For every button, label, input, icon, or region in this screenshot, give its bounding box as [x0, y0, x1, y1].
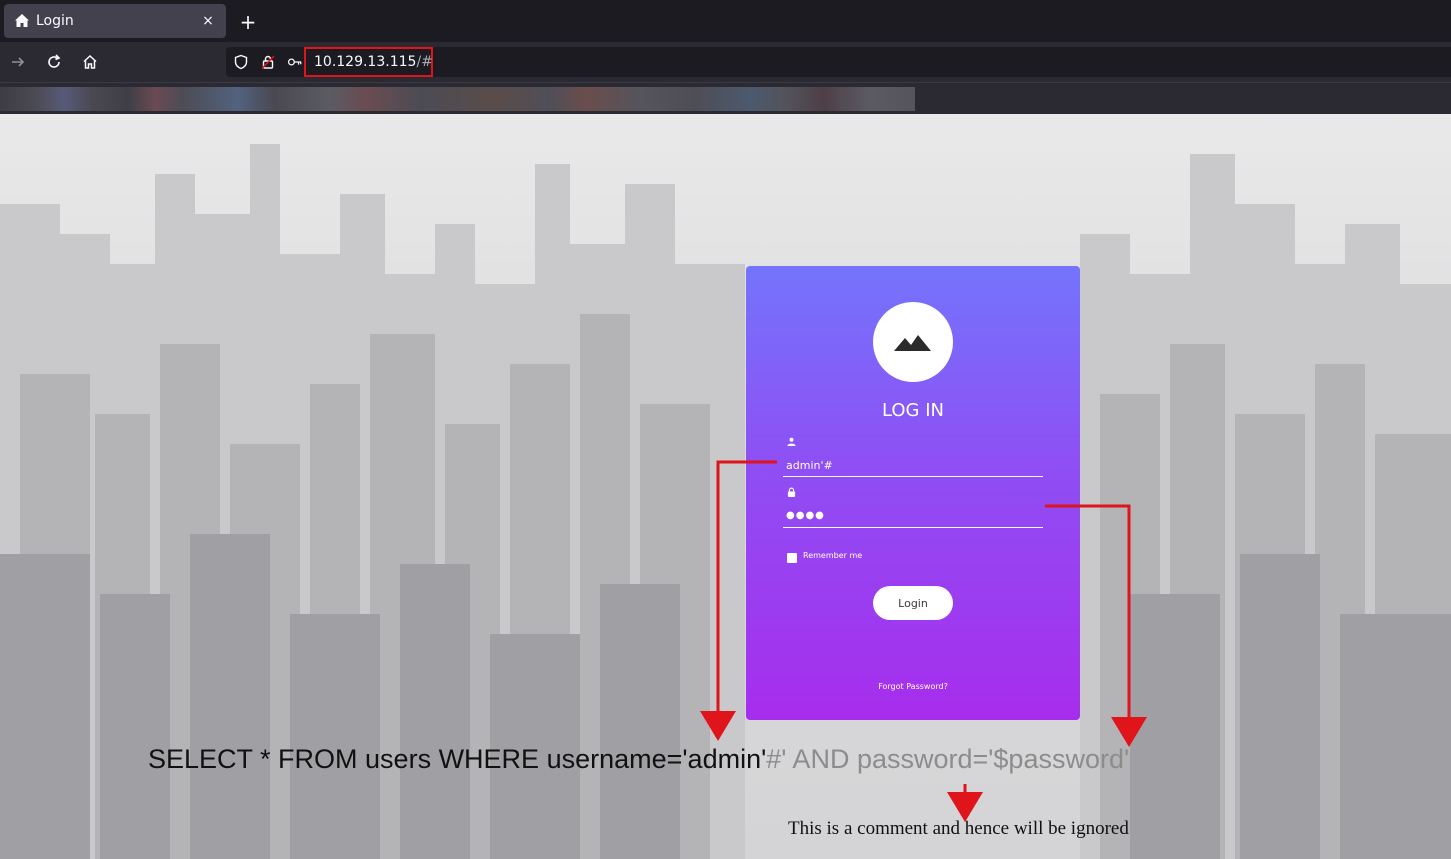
reload-button[interactable] [40, 48, 68, 76]
tab-title: Login [36, 13, 74, 29]
url-bar[interactable]: 10.129.13.115/# [226, 47, 1451, 77]
key-icon[interactable] [287, 54, 303, 70]
bookmark-item[interactable] [0, 87, 915, 111]
bookmarks-bar [0, 82, 1451, 114]
tab-login[interactable]: Login × [4, 4, 226, 38]
tab-bar: Login × + [0, 0, 1451, 42]
sql-active-part: SELECT * FROM users WHERE username='admi… [148, 744, 767, 774]
forward-button[interactable] [4, 48, 32, 76]
new-tab-button[interactable]: + [234, 8, 262, 36]
url-host: 10.129.13.115 [314, 54, 417, 70]
sql-query-annotation: SELECT * FROM users WHERE username='admi… [148, 744, 1129, 775]
comment-explanation: This is a comment and hence will be igno… [788, 818, 1129, 839]
url-path: /# [416, 54, 433, 70]
insecure-lock-icon[interactable] [260, 54, 276, 70]
reload-icon [48, 54, 61, 68]
web-page: LOG IN ●●●● Remember me Login Forgot Pas… [0, 114, 1451, 859]
home-outline-icon [83, 54, 97, 69]
shield-icon[interactable] [233, 54, 249, 70]
sql-commented-part: #' AND password='$password' [766, 744, 1130, 774]
navigation-bar: 10.129.13.115/# [0, 42, 1451, 82]
url-text[interactable]: 10.129.13.115/# [304, 47, 433, 77]
close-tab-icon[interactable]: × [196, 9, 220, 33]
home-icon [14, 13, 30, 29]
password-arrow [1045, 504, 1147, 747]
username-arrow [700, 460, 777, 741]
arrow-right-icon [12, 57, 25, 67]
home-button[interactable] [76, 48, 104, 76]
